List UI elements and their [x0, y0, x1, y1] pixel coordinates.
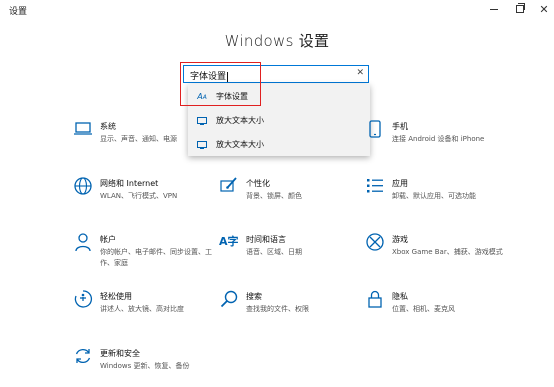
xbox-icon — [366, 233, 384, 251]
category-desc: 位置、相机、麦克风 — [392, 305, 455, 313]
search-value: 字体设置 — [190, 71, 229, 82]
category-desc: WLAN、飞行模式、VPN — [100, 192, 178, 200]
category-apps[interactable]: 应用 卸载、默认应用、可选功能 — [365, 176, 515, 216]
close-icon: ✕ — [539, 2, 549, 16]
category-desc: 讲述人、放大镜、高对比度 — [100, 305, 184, 313]
suggestion-label: 字体设置 — [216, 91, 248, 101]
category-privacy[interactable]: 隐私 位置、相机、麦克风 — [365, 289, 515, 329]
category-desc: 连接 Android 设备和 iPhone — [392, 135, 485, 143]
category-accounts[interactable]: 帐户 你的帐户、电子邮件、同步设置、工作、家庭 — [73, 232, 223, 272]
category-desc: 卸载、默认应用、可选功能 — [392, 192, 476, 200]
category-gaming[interactable]: 游戏 Xbox Game Bar、捕获、游戏模式 — [365, 232, 515, 272]
category-desc: 查找我的文件、权限 — [246, 305, 309, 313]
page-title: Windows 设置 — [224, 32, 330, 50]
category-desc: 显示、声音、通知、电源 — [100, 135, 177, 143]
category-name: 手机 — [392, 122, 408, 131]
category-name: 应用 — [392, 179, 408, 188]
category-desc: Xbox Game Bar、捕获、游戏模式 — [392, 248, 503, 256]
category-time-language[interactable]: A字 时间和语言 语音、区域、日期 — [219, 232, 369, 272]
category-name: 更新和安全 — [100, 349, 140, 358]
search-icon — [220, 290, 238, 308]
category-name: 时间和语言 — [246, 235, 286, 244]
app-title: 设置 — [9, 7, 28, 17]
globe-icon — [74, 177, 92, 195]
category-name: 帐户 — [100, 235, 116, 244]
laptop-icon — [74, 122, 92, 135]
paintbrush-icon — [220, 177, 237, 192]
clear-icon[interactable]: ✕ — [356, 68, 364, 78]
minimize-icon — [490, 8, 498, 10]
category-phone[interactable]: 手机 连接 Android 设备和 iPhone — [365, 119, 515, 159]
category-name: 隐私 — [392, 292, 408, 301]
category-name: 个性化 — [246, 179, 270, 188]
category-name: 游戏 — [392, 235, 408, 244]
search-input[interactable]: 字体设置 ✕ — [183, 65, 369, 83]
category-name: 搜索 — [246, 292, 262, 301]
category-name: 网络和 Internet — [100, 179, 159, 188]
category-desc: Windows 更新、恢复、备份 — [100, 362, 190, 370]
language-icon: A字 — [219, 235, 239, 248]
update-icon — [75, 348, 91, 364]
category-name: 轻松使用 — [100, 292, 132, 301]
suggestion-label: 放大文本大小 — [216, 115, 264, 125]
minimize-button[interactable] — [483, 0, 505, 18]
category-desc: 语音、区域、日期 — [246, 248, 302, 256]
category-desc: 背景、锁屏、颜色 — [246, 192, 302, 200]
category-desc: 你的帐户、电子邮件、同步设置、工作、家庭 — [100, 248, 212, 267]
category-system[interactable]: 系统 显示、声音、通知、电源 — [73, 119, 223, 159]
suggestion-item[interactable]: AA 字体设置 — [188, 84, 370, 108]
suggestion-label: 放大文本大小 — [216, 139, 264, 149]
category-name: 系统 — [100, 122, 116, 131]
phone-icon — [369, 120, 381, 138]
category-network[interactable]: 网络和 Internet WLAN、飞行模式、VPN — [73, 176, 223, 216]
close-button[interactable]: ✕ — [533, 0, 554, 18]
accessibility-icon — [74, 290, 93, 308]
category-search[interactable]: 搜索 查找我的文件、权限 — [219, 289, 369, 329]
lock-icon — [368, 290, 382, 308]
maximize-button[interactable] — [509, 0, 531, 18]
title-bar: 设置 ✕ — [0, 0, 554, 22]
restore-icon — [516, 3, 525, 13]
category-update-security[interactable]: 更新和安全 Windows 更新、恢复、备份 — [73, 346, 223, 386]
font-icon: AA — [197, 91, 207, 101]
person-icon — [75, 233, 91, 252]
apps-icon — [367, 179, 383, 193]
category-personalization[interactable]: 个性化 背景、锁屏、颜色 — [219, 176, 369, 216]
category-ease-of-access[interactable]: 轻松使用 讲述人、放大镜、高对比度 — [73, 289, 223, 329]
